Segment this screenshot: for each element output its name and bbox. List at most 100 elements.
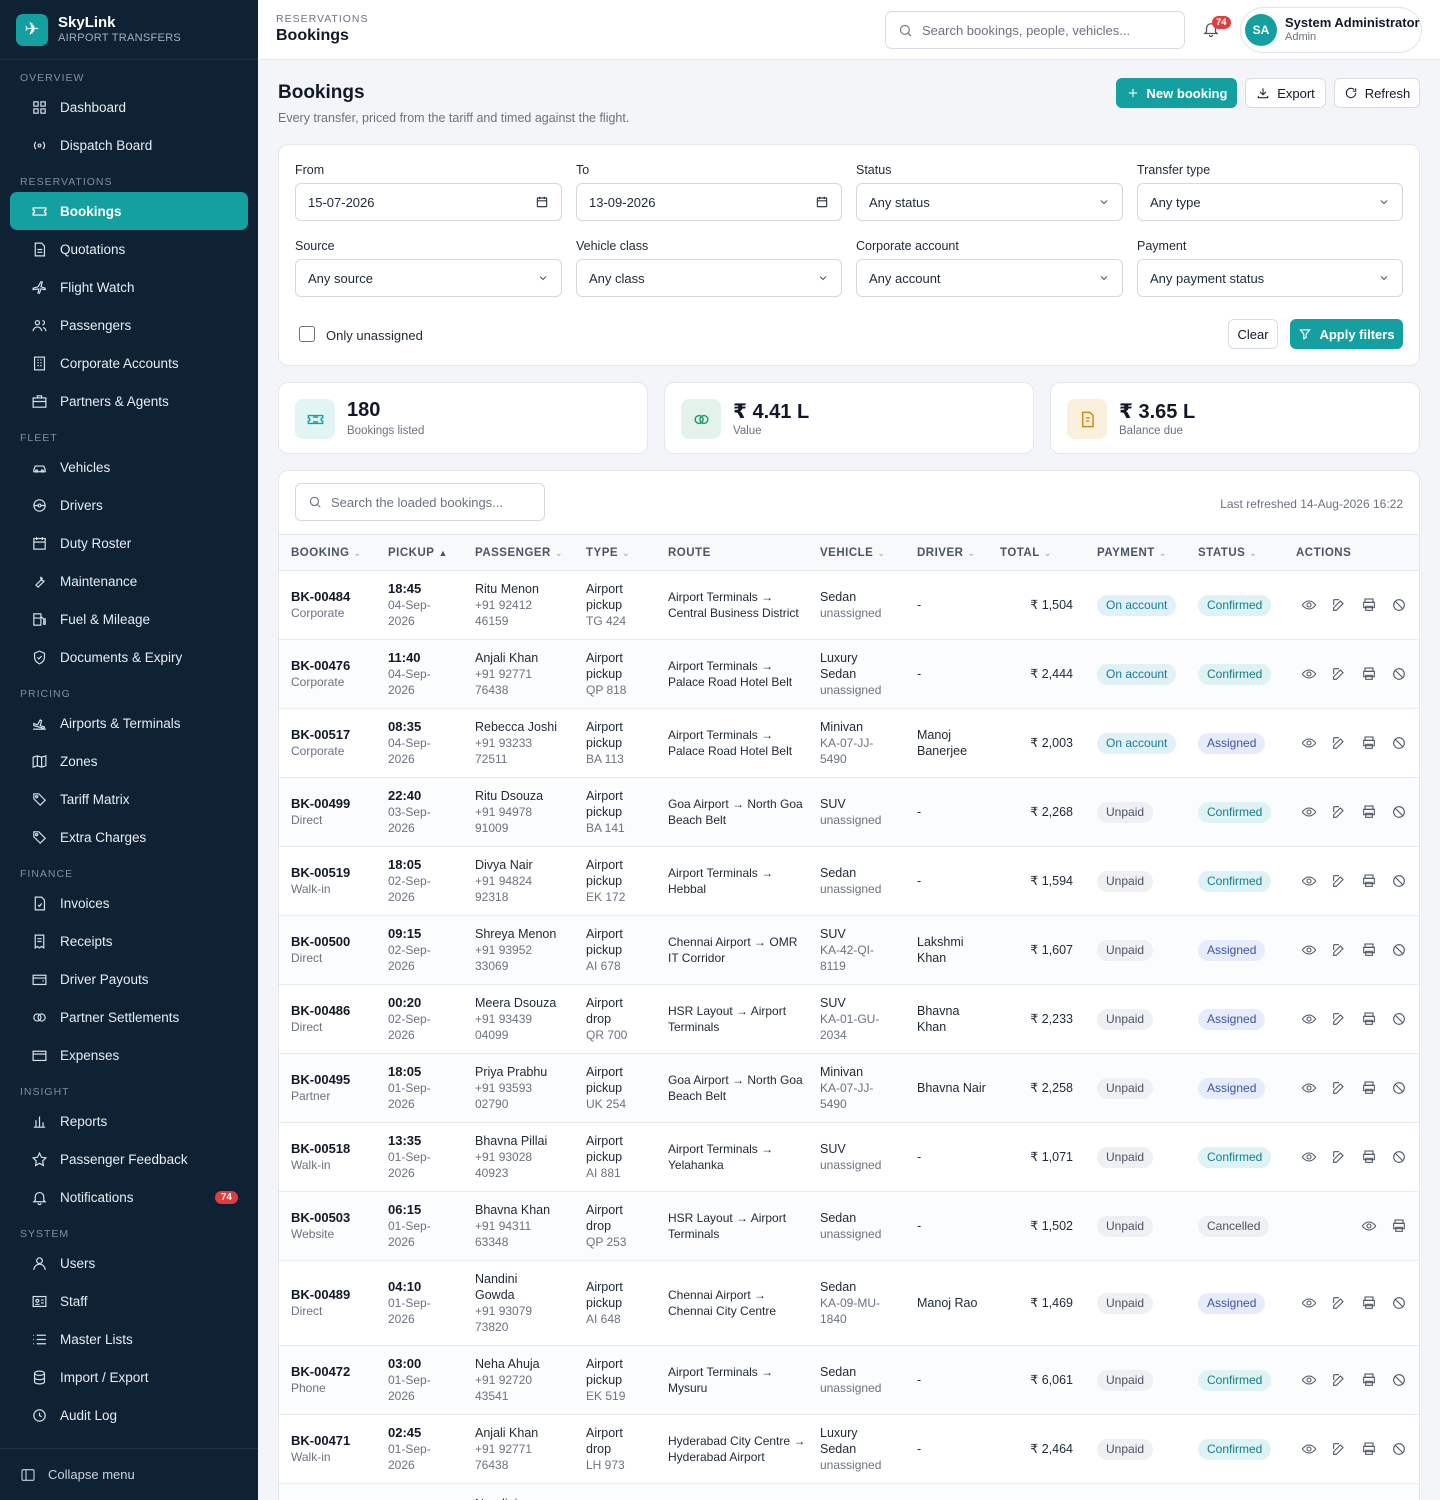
booking-id[interactable]: BK-00471 xyxy=(291,1433,376,1449)
sidebar-item-corporate-accounts[interactable]: Corporate Accounts xyxy=(10,344,248,382)
view-icon[interactable] xyxy=(1301,1080,1317,1096)
sidebar-item-expenses[interactable]: Expenses xyxy=(10,1036,248,1074)
cancel-booking-icon[interactable] xyxy=(1391,666,1407,682)
brand[interactable]: ✈ SkyLink AIRPORT TRANSFERS xyxy=(0,0,258,60)
sidebar-item-extra-charges[interactable]: Extra Charges xyxy=(10,818,248,856)
table-row[interactable]: BK-00499 Direct 22:40 03-Sep-2026 Ritu Dso… xyxy=(279,777,1419,847)
cancel-booking-icon[interactable] xyxy=(1391,1149,1407,1165)
print-icon[interactable] xyxy=(1361,1441,1377,1457)
view-icon[interactable] xyxy=(1301,1441,1317,1457)
sidebar-item-notifications[interactable]: Notifications 74 xyxy=(10,1178,248,1216)
cancel-booking-icon[interactable] xyxy=(1391,804,1407,820)
sidebar-item-bookings[interactable]: Bookings xyxy=(10,192,248,230)
sidebar-item-flight-watch[interactable]: Flight Watch xyxy=(10,268,248,306)
sidebar-item-quotations[interactable]: Quotations xyxy=(10,230,248,268)
edit-icon[interactable] xyxy=(1331,873,1347,889)
view-icon[interactable] xyxy=(1301,942,1317,958)
table-row[interactable]: BK-00489 Direct 04:10 01-Sep-2026 Nandini … xyxy=(279,1261,1419,1346)
sidebar-item-airports-terminals[interactable]: Airports & Terminals xyxy=(10,704,248,742)
refresh-button[interactable]: Refresh xyxy=(1334,78,1420,108)
sidebar-item-passengers[interactable]: Passengers xyxy=(10,306,248,344)
cancel-booking-icon[interactable] xyxy=(1391,942,1407,958)
clear-filters-button[interactable]: Clear xyxy=(1228,319,1278,349)
cancel-booking-icon[interactable] xyxy=(1391,1372,1407,1388)
edit-icon[interactable] xyxy=(1331,1295,1347,1311)
edit-icon[interactable] xyxy=(1331,1080,1347,1096)
view-icon[interactable] xyxy=(1301,597,1317,613)
calendar-icon[interactable] xyxy=(815,195,829,212)
cell-booking[interactable]: BK-00495 Partner xyxy=(279,1054,376,1123)
sidebar-item-drivers[interactable]: Drivers xyxy=(10,486,248,524)
print-icon[interactable] xyxy=(1361,1372,1377,1388)
cell-booking[interactable]: BK-00517 Corporate xyxy=(279,709,376,778)
table-row[interactable]: BK-00476 Corporate 11:40 04-Sep-2026 Anjal… xyxy=(279,639,1419,709)
sidebar-item-dashboard[interactable]: Dashboard xyxy=(10,88,248,126)
sidebar-item-invoices[interactable]: Invoices xyxy=(10,884,248,922)
cell-booking[interactable]: BK-00476 Corporate xyxy=(279,640,376,709)
cell-booking[interactable]: BK-00499 Direct xyxy=(279,778,376,847)
calendar-icon[interactable] xyxy=(535,195,549,212)
sidebar-item-partner-settlements[interactable]: Partner Settlements xyxy=(10,998,248,1036)
print-icon[interactable] xyxy=(1361,1011,1377,1027)
corporate-account-select[interactable]: Any account xyxy=(856,259,1123,297)
sidebar-item-tariff-matrix[interactable]: Tariff Matrix xyxy=(10,780,248,818)
print-icon[interactable] xyxy=(1361,873,1377,889)
booking-id[interactable]: BK-00476 xyxy=(291,658,376,674)
print-icon[interactable] xyxy=(1361,1295,1377,1311)
cell-booking[interactable]: BK-00489 Direct xyxy=(279,1261,376,1346)
print-icon[interactable] xyxy=(1361,1080,1377,1096)
cancel-booking-icon[interactable] xyxy=(1391,1295,1407,1311)
table-row[interactable]: BK-00517 Corporate 08:35 04-Sep-2026 Rebec… xyxy=(279,709,1419,778)
booking-id[interactable]: BK-00472 xyxy=(291,1364,376,1380)
sidebar-item-passenger-feedback[interactable]: Passenger Feedback xyxy=(10,1140,248,1178)
sidebar-item-fuel-mileage[interactable]: Fuel & Mileage xyxy=(10,600,248,638)
sidebar-item-vehicles[interactable]: Vehicles xyxy=(10,448,248,486)
global-search-input[interactable]: Search bookings, people, vehicles... xyxy=(885,11,1185,49)
cell-booking[interactable]: BK-00518 Walk-in xyxy=(279,1123,376,1192)
print-icon[interactable] xyxy=(1361,942,1377,958)
view-icon[interactable] xyxy=(1361,1218,1377,1234)
sidebar-item-dispatch-board[interactable]: Dispatch Board xyxy=(10,126,248,164)
table-row[interactable]: BK-00503 Website 06:15 01-Sep-2026 Bhavna … xyxy=(279,1191,1419,1261)
only-unassigned-label[interactable]: Only unassigned xyxy=(326,328,423,343)
booking-id[interactable]: BK-00518 xyxy=(291,1141,376,1157)
cell-booking[interactable]: BK-00503 Website xyxy=(279,1192,376,1261)
sidebar-item-receipts[interactable]: Receipts xyxy=(10,922,248,960)
sidebar-item-audit-log[interactable]: Audit Log xyxy=(10,1396,248,1434)
col-total[interactable]: TOTAL ⌄ xyxy=(988,535,1085,571)
booking-id[interactable]: BK-00486 xyxy=(291,1003,376,1019)
export-button[interactable]: Export xyxy=(1245,78,1326,108)
col-vehicle[interactable]: VEHICLE ⌄ xyxy=(808,535,905,571)
booking-id[interactable]: BK-00484 xyxy=(291,589,376,605)
view-icon[interactable] xyxy=(1301,1149,1317,1165)
edit-icon[interactable] xyxy=(1331,1441,1347,1457)
cell-booking[interactable] xyxy=(279,1484,376,1500)
sidebar-item-users[interactable]: Users xyxy=(10,1244,248,1282)
sidebar-item-master-lists[interactable]: Master Lists xyxy=(10,1320,248,1358)
table-row[interactable]: BK-00500 Direct 09:15 02-Sep-2026 Shreya M… xyxy=(279,915,1419,985)
notifications-button[interactable]: 74 xyxy=(1202,16,1231,40)
cell-booking[interactable]: BK-00519 Walk-in xyxy=(279,847,376,916)
booking-id[interactable]: BK-00499 xyxy=(291,796,376,812)
edit-icon[interactable] xyxy=(1331,1011,1347,1027)
view-icon[interactable] xyxy=(1301,1295,1317,1311)
cell-booking[interactable]: BK-00472 Phone xyxy=(279,1346,376,1415)
edit-icon[interactable] xyxy=(1331,735,1347,751)
from-date-input[interactable]: 15-07-2026 xyxy=(295,183,562,221)
col-passenger[interactable]: PASSENGER ⌄ xyxy=(463,535,574,571)
table-row[interactable]: BK-00518 Walk-in 13:35 01-Sep-2026 Bhavna … xyxy=(279,1123,1419,1192)
table-row[interactable]: BK-00472 Phone 03:00 01-Sep-2026 Neha Ahuj… xyxy=(279,1345,1419,1415)
sidebar-item-zones[interactable]: Zones xyxy=(10,742,248,780)
cell-booking[interactable]: BK-00500 Direct xyxy=(279,916,376,985)
sidebar-item-import-export[interactable]: Import / Export xyxy=(10,1358,248,1396)
view-icon[interactable] xyxy=(1301,873,1317,889)
collapse-menu-button[interactable]: Collapse menu xyxy=(0,1448,258,1500)
booking-id[interactable]: BK-00495 xyxy=(291,1072,376,1088)
source-select[interactable]: Any source xyxy=(295,259,562,297)
cancel-booking-icon[interactable] xyxy=(1391,1011,1407,1027)
col-driver[interactable]: DRIVER ⌄ xyxy=(905,535,988,571)
booking-id[interactable]: BK-00519 xyxy=(291,865,376,881)
print-icon[interactable] xyxy=(1361,597,1377,613)
status-select[interactable]: Any status xyxy=(856,183,1123,221)
booking-id[interactable]: BK-00489 xyxy=(291,1287,376,1303)
